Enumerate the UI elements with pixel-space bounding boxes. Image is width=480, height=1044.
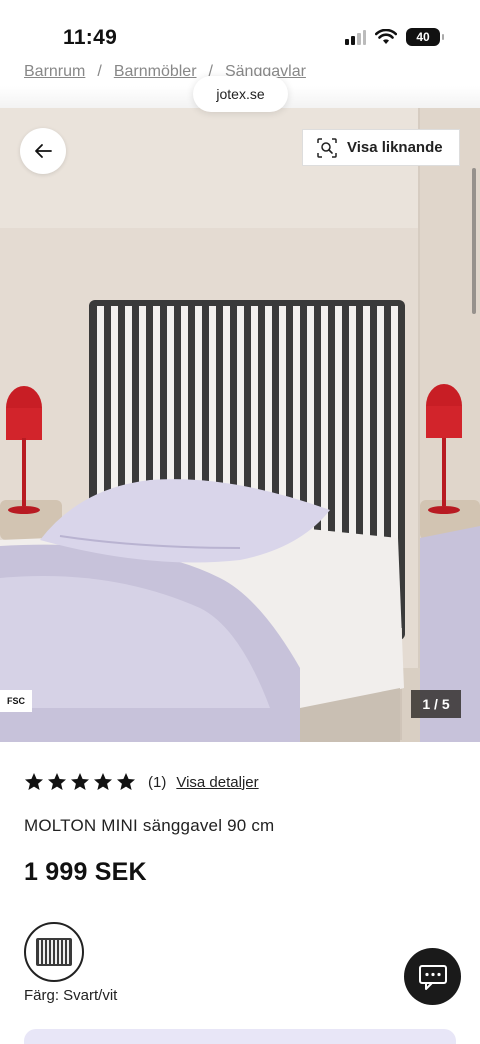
battery-icon: 40 <box>406 28 444 46</box>
product-name: MOLTON MINI sänggavel 90 cm <box>24 816 275 835</box>
product-image-gallery[interactable]: Visa liknande FSC 1 / 5 <box>0 108 480 742</box>
status-time: 11:49 <box>63 26 118 49</box>
review-count: (1) <box>148 773 167 791</box>
url-pill[interactable]: jotex.se <box>193 76 288 112</box>
star-icon <box>25 773 43 790</box>
wifi-icon <box>375 29 397 44</box>
scroll-indicator[interactable] <box>472 168 476 314</box>
star-icon <box>71 773 89 790</box>
signal-icon <box>345 30 366 45</box>
visa-detaljer-link[interactable]: Visa detaljer <box>176 774 258 791</box>
fsc-badge: FSC <box>0 690 32 712</box>
visa-liknande-button[interactable]: Visa liknande <box>302 129 460 166</box>
star-icon <box>117 773 135 790</box>
chat-icon <box>418 964 447 990</box>
color-swatch[interactable] <box>24 922 84 982</box>
image-counter: 1 / 5 <box>411 690 461 718</box>
status-bar: 11:49 40 <box>0 0 480 60</box>
star-icon <box>94 773 112 790</box>
back-button[interactable] <box>20 128 66 174</box>
arrow-left-icon <box>35 144 52 158</box>
swatch-image <box>36 938 72 966</box>
rating: (1) Visa detaljer <box>24 772 259 792</box>
battery-level: 40 <box>416 30 430 44</box>
status-icons: 40 <box>344 28 444 46</box>
star-icon <box>48 773 66 790</box>
product-price: 1 999 SEK <box>24 858 147 886</box>
breadcrumb-separator: / <box>97 63 102 80</box>
star-rating <box>24 772 136 792</box>
breadcrumb-item-barnrum[interactable]: Barnrum <box>24 63 85 85</box>
visual-search-icon <box>317 137 337 158</box>
product-image <box>0 108 480 742</box>
visa-liknande-label: Visa liknande <box>347 139 443 156</box>
breadcrumb-item-barnmobler[interactable]: Barnmöbler <box>114 63 197 85</box>
color-label: Färg: Svart/vit <box>24 987 118 1004</box>
bottom-bar[interactable] <box>24 1029 456 1044</box>
chat-button[interactable] <box>404 948 461 1005</box>
